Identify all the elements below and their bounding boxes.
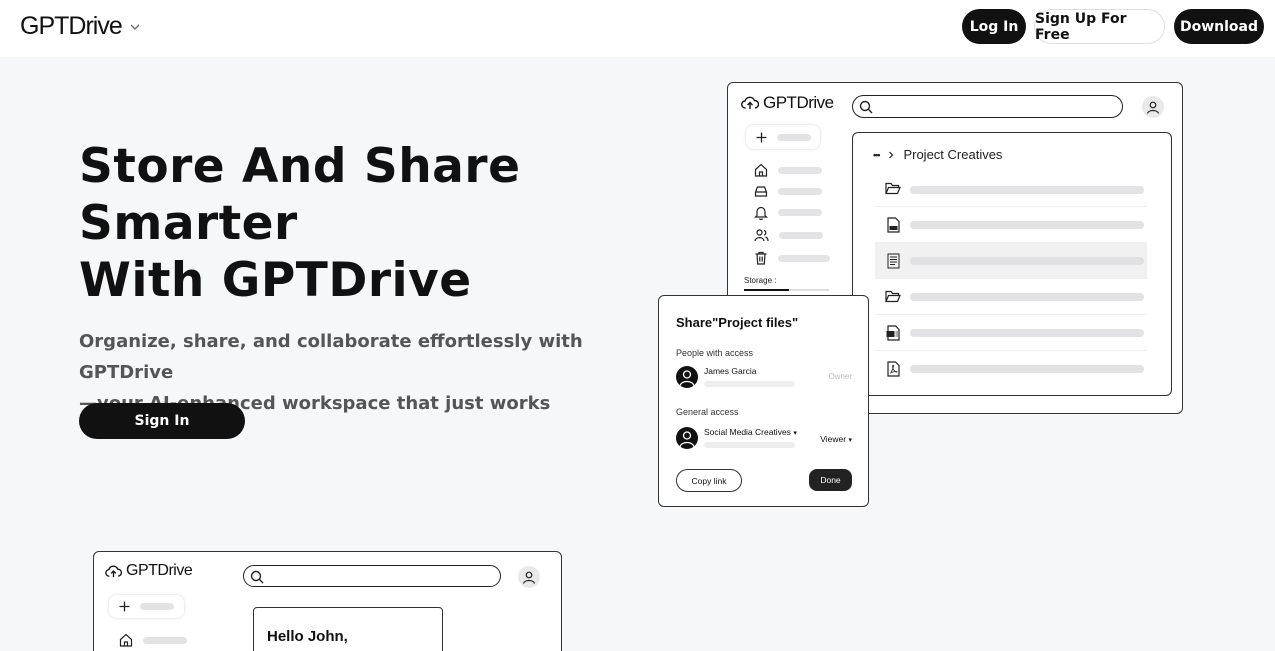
file-row[interactable]: [875, 171, 1147, 207]
storage-bar-fill: [744, 289, 789, 291]
placeholder-bar: [778, 209, 822, 216]
signin-button[interactable]: Sign In: [79, 403, 245, 439]
share-dialog: Share"Project files" People with access …: [658, 295, 869, 507]
placeholder-bar: [704, 381, 795, 387]
sidebar-item-shared[interactable]: [754, 228, 823, 242]
placeholder-bar: [778, 254, 830, 262]
done-button[interactable]: Done: [809, 469, 852, 491]
placeholder-bar: [778, 187, 822, 195]
people-with-access-label: People with access: [676, 348, 754, 358]
caret-down-icon: ▾: [793, 430, 797, 437]
home-mockup-window: GPTDrive Hello John,: [93, 551, 562, 651]
hero-title-line: With GPTDrive: [79, 253, 472, 308]
placeholder-bar: [140, 603, 174, 610]
placeholder-bar: [779, 231, 823, 239]
document-icon: [887, 216, 900, 233]
hero-title: Store And Share Smarter With GPTDrive: [79, 138, 520, 309]
sidebar-item-home[interactable]: [754, 163, 822, 177]
placeholder-bar: [910, 257, 1144, 265]
placeholder-bar: [143, 636, 187, 644]
caret-down-icon: ▾: [848, 437, 852, 444]
brand-logo-text: GPTDrive: [20, 12, 123, 40]
text-file-icon: [887, 253, 900, 268]
hero-title-line: Store And Share: [79, 139, 521, 194]
file-row[interactable]: [875, 315, 1147, 351]
mockup-brand-text: GPTDrive: [763, 93, 834, 112]
sidebar-item-home[interactable]: [119, 633, 187, 647]
storage-label: Storage :: [744, 276, 777, 285]
greeting-text: Hello John,: [267, 628, 348, 645]
person-name: James Garcia: [704, 366, 757, 376]
placeholder-bar: [704, 442, 795, 448]
brand-menu[interactable]: GPTDrive: [20, 12, 140, 41]
share-dialog-title: Share"Project files": [676, 315, 799, 330]
chevron-down-icon: [130, 24, 140, 30]
placeholder-bar: [910, 293, 1144, 301]
placeholder-bar: [910, 221, 1144, 229]
new-button[interactable]: [109, 595, 184, 618]
signup-button[interactable]: Sign Up For Free: [1034, 9, 1165, 44]
breadcrumb-folder[interactable]: Project Creatives: [903, 147, 1002, 162]
search-input[interactable]: [243, 565, 501, 587]
plus-icon: [119, 601, 130, 612]
pdf-icon: [887, 361, 900, 377]
home-icon: [119, 633, 133, 647]
placeholder-bar: [777, 133, 811, 141]
breadcrumb: ••• Project Creatives: [873, 147, 1002, 162]
avatar: [676, 366, 698, 388]
copy-link-button[interactable]: Copy link: [676, 469, 742, 492]
placeholder-bar: [778, 166, 822, 174]
mockup-brand: GPTDrive: [105, 562, 193, 580]
avatar: [676, 427, 698, 449]
file-row[interactable]: [875, 351, 1147, 387]
file-row[interactable]: [875, 207, 1147, 243]
mockup-brand-text: GPTDrive: [126, 562, 193, 579]
file-row[interactable]: [875, 279, 1147, 315]
chevron-right-icon: [889, 151, 894, 158]
profile-icon[interactable]: [518, 566, 540, 588]
group-name: Social Media Creatives: [704, 427, 791, 437]
group-access-dropdown[interactable]: Social Media Creatives ▾: [704, 427, 797, 437]
trash-icon: [755, 251, 767, 265]
file-row[interactable]: [875, 243, 1147, 279]
search-icon: [250, 570, 264, 584]
sidebar-item-trash[interactable]: [754, 251, 830, 265]
placeholder-bar: [910, 365, 1144, 373]
drive-icon: [754, 186, 768, 197]
folder-icon: [885, 182, 901, 195]
cloud-upload-icon: [105, 565, 122, 577]
placeholder-bar: [910, 186, 1144, 194]
plus-icon: [756, 132, 767, 142]
sidebar-item-drive[interactable]: [754, 184, 822, 198]
users-icon: [754, 229, 769, 242]
hero-subtitle-line: Organize, share, and collaborate effortl…: [79, 331, 583, 383]
breadcrumb-more[interactable]: •••: [873, 150, 881, 160]
profile-icon[interactable]: [1142, 96, 1164, 118]
new-button[interactable]: [746, 125, 820, 149]
role-value: Viewer: [820, 434, 847, 444]
general-access-label: General access: [676, 407, 739, 417]
placeholder-bar: [910, 329, 1144, 337]
role-dropdown[interactable]: Viewer ▾: [820, 434, 852, 444]
bell-icon: [754, 206, 768, 220]
download-button[interactable]: Download: [1174, 9, 1264, 44]
search-icon: [859, 100, 873, 114]
spreadsheet-icon: [886, 324, 900, 341]
search-input[interactable]: [852, 95, 1123, 118]
cloud-upload-icon: [741, 96, 759, 109]
hero-title-line: Smarter: [79, 196, 298, 251]
mockup-brand: GPTDrive: [741, 93, 834, 113]
sidebar-item-notifications[interactable]: [754, 205, 822, 220]
owner-role-label: Owner: [828, 372, 852, 381]
welcome-card: Hello John,: [253, 607, 443, 651]
top-header: GPTDrive Log In Sign Up For Free Downloa…: [0, 0, 1275, 57]
login-button[interactable]: Log In: [962, 9, 1026, 44]
file-panel: ••• Project Creatives: [852, 132, 1172, 396]
folder-icon: [885, 290, 901, 303]
storage-bar: [744, 289, 829, 291]
home-icon: [754, 163, 768, 177]
